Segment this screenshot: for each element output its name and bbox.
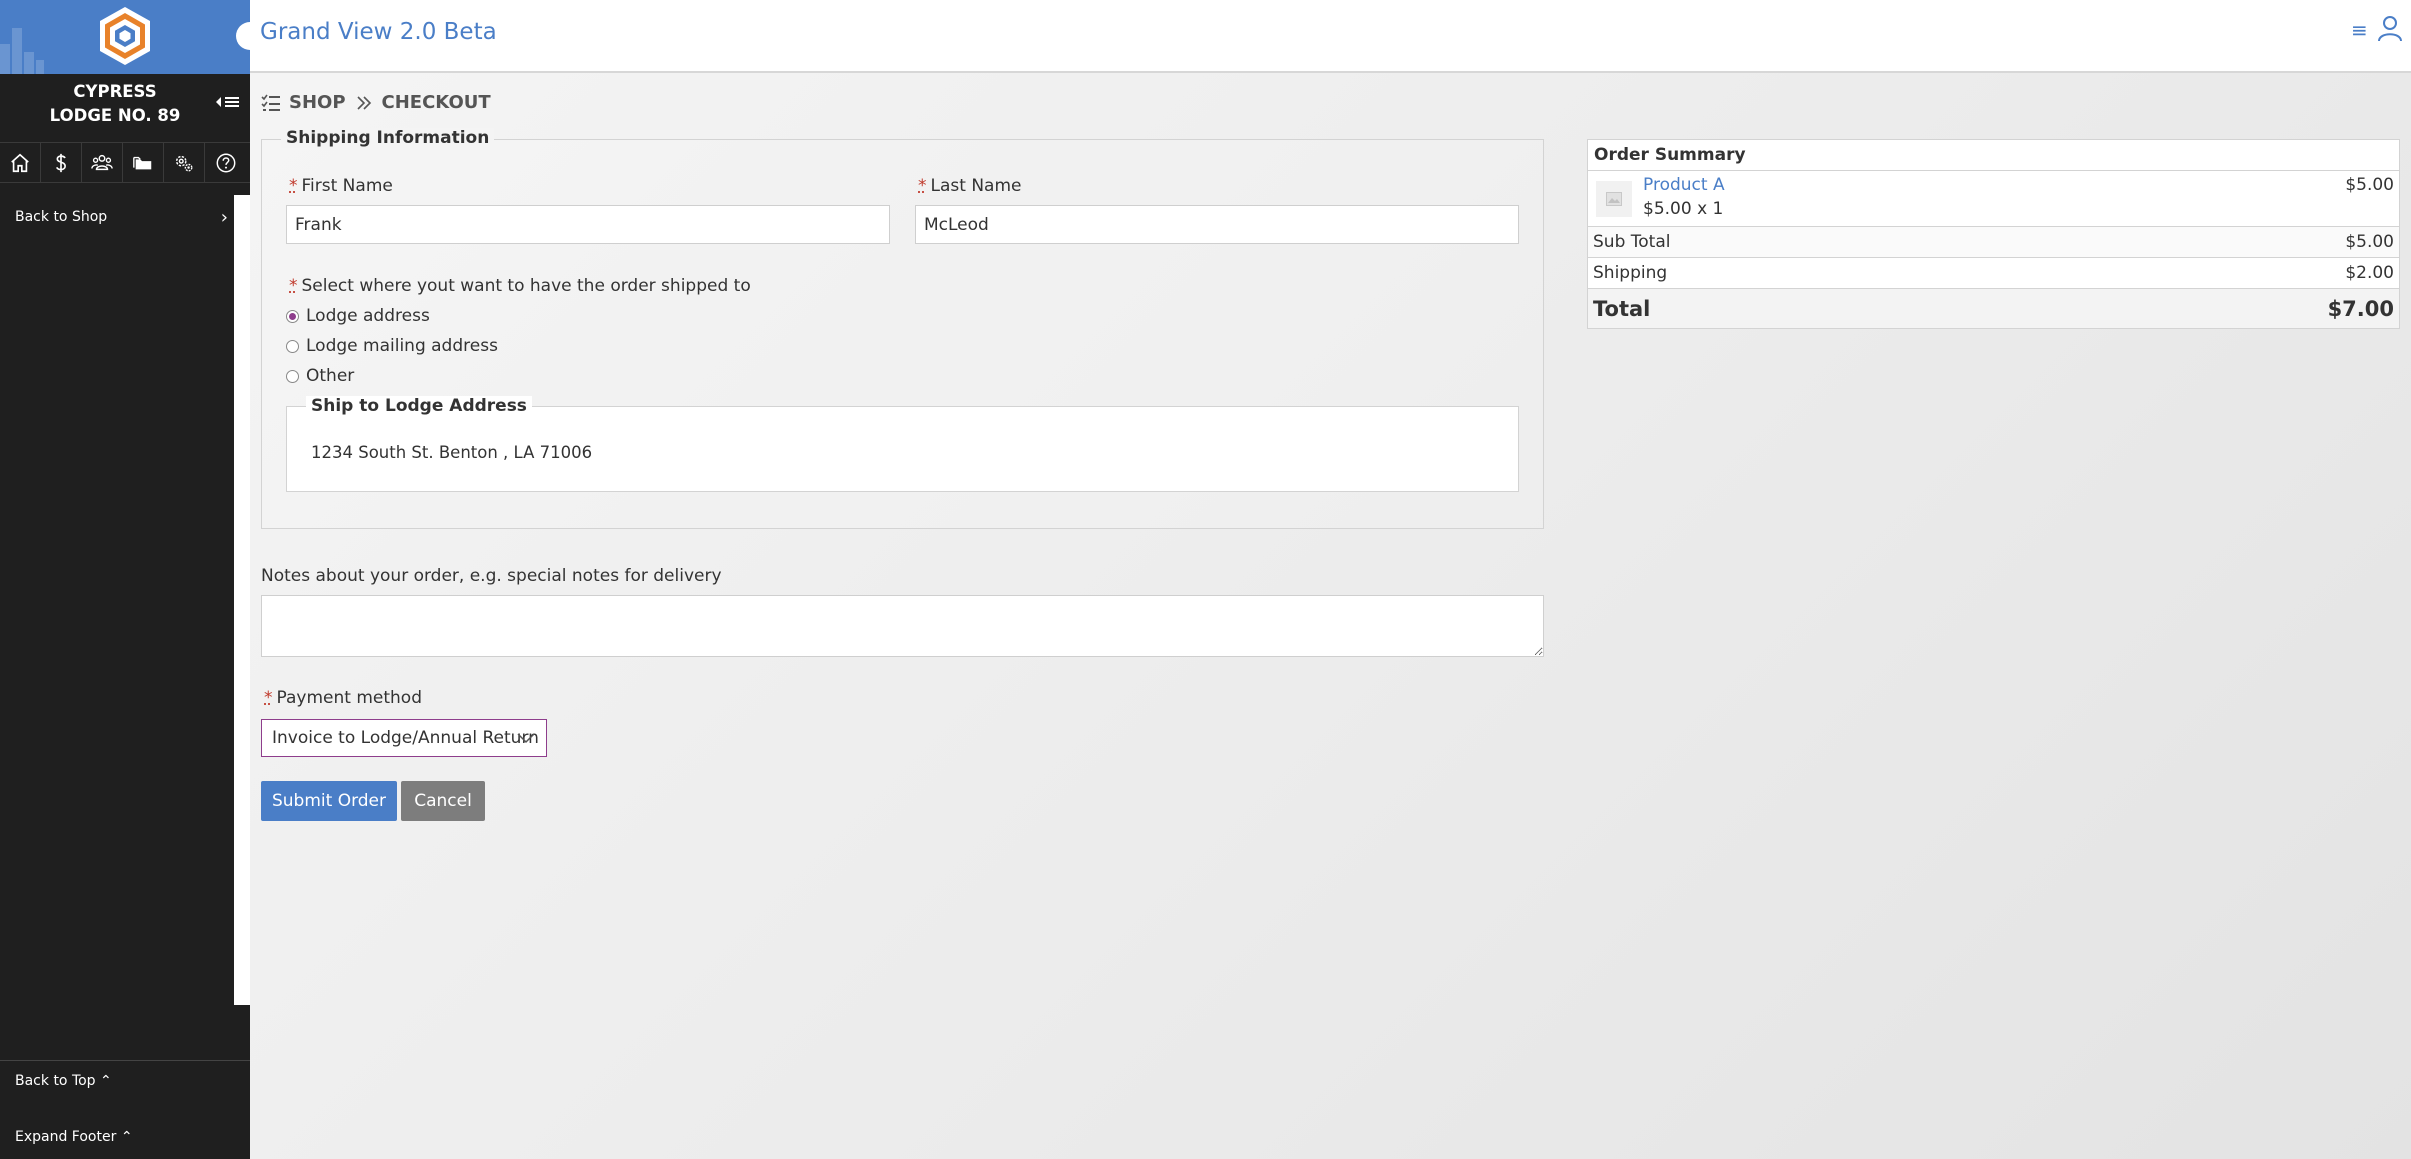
- chevron-right-icon: ›: [220, 206, 228, 228]
- collapse-menu-icon: [216, 97, 239, 107]
- expand-footer-link[interactable]: Expand Footer ⌃: [15, 1129, 133, 1145]
- top-header: Grand View 2.0 Beta ≡: [236, 0, 2411, 73]
- back-to-top-label: Back to Top: [15, 1073, 96, 1089]
- home-icon: [11, 153, 29, 172]
- nav-help[interactable]: [205, 143, 246, 182]
- folder-icon: [133, 156, 152, 169]
- ship-question-text: Select where yout want to have the order…: [301, 276, 751, 296]
- lodge-name-line1: CYPRESS: [73, 82, 157, 101]
- sidebar-collapse-button[interactable]: [212, 90, 244, 114]
- users-icon: [91, 154, 113, 170]
- lodge-address-text: 1234 South St. Benton , LA 71006: [311, 443, 593, 462]
- lodge-name: CYPRESS LODGE NO. 89: [0, 80, 230, 128]
- payment-method-label-text: Payment method: [276, 688, 422, 708]
- logo-bg-bar: [36, 60, 44, 74]
- shipping-label: Shipping: [1593, 263, 1668, 283]
- product-quantity: $5.00 x 1: [1643, 199, 1724, 219]
- sidebar-icon-bar: [0, 142, 250, 183]
- product-name-link[interactable]: Product A: [1643, 175, 1725, 195]
- app-title[interactable]: Grand View 2.0 Beta: [260, 19, 497, 45]
- total-label: Total: [1593, 296, 1651, 321]
- back-to-shop-label: Back to Shop: [15, 209, 108, 225]
- summary-subtotal-row: Sub Total $5.00: [1588, 227, 2399, 258]
- product-thumbnail[interactable]: [1596, 181, 1632, 217]
- payment-method-select[interactable]: Invoice to Lodge/Annual Return: [261, 719, 547, 757]
- cancel-button[interactable]: Cancel: [401, 781, 485, 821]
- first-name-label-text: First Name: [301, 176, 393, 196]
- order-notes-label: Notes about your order, e.g. special not…: [261, 566, 722, 586]
- double-chevron-right-icon: [356, 95, 371, 110]
- breadcrumb-shop[interactable]: SHOP: [289, 92, 346, 113]
- shipping-legend: Shipping Information: [281, 128, 495, 148]
- breadcrumb-checkout: CHECKOUT: [381, 92, 491, 113]
- chevron-down-icon: [517, 733, 535, 744]
- nav-settings[interactable]: [164, 143, 205, 182]
- last-name-input[interactable]: [915, 205, 1519, 244]
- required-marker: *: [289, 176, 298, 196]
- help-icon: [216, 153, 235, 172]
- total-value: $7.00: [2327, 296, 2394, 321]
- chevron-up-icon: ⌃: [120, 1129, 133, 1145]
- expand-footer-label: Expand Footer: [15, 1129, 117, 1145]
- radio-label: Lodge mailing address: [306, 336, 498, 356]
- order-summary-panel: Order Summary Product A $5.00 x 1 $5.00 …: [1587, 139, 2400, 329]
- lodge-name-line2: LODGE NO. 89: [49, 106, 181, 125]
- hamburger-menu-icon[interactable]: ≡: [2351, 20, 2371, 40]
- logo-area: [0, 0, 250, 74]
- payment-method-label: * Payment method: [264, 688, 422, 708]
- back-to-top-link[interactable]: Back to Top ⌃: [15, 1073, 112, 1089]
- ship-to-lodge-address-fieldset: Ship to Lodge Address 1234 South St. Ben…: [286, 396, 1519, 492]
- radio-button-checked[interactable]: [286, 309, 299, 323]
- nav-members[interactable]: [82, 143, 123, 182]
- sidebar-divider: [0, 1060, 250, 1061]
- shipping-value: $2.00: [2345, 263, 2394, 283]
- subtotal-value: $5.00: [2345, 232, 2394, 252]
- first-name-input[interactable]: [286, 205, 890, 244]
- hexagon-logo-icon[interactable]: [97, 5, 153, 67]
- order-summary-title: Order Summary: [1588, 140, 2399, 171]
- image-placeholder-icon: [1606, 192, 1622, 206]
- required-marker: *: [264, 688, 273, 708]
- radio-button[interactable]: [286, 369, 299, 383]
- radio-lodge-address[interactable]: Lodge address: [286, 306, 430, 326]
- payment-method-selected: Invoice to Lodge/Annual Return: [272, 728, 539, 748]
- product-price: $5.00: [2345, 175, 2394, 195]
- radio-other[interactable]: Other: [286, 366, 354, 386]
- last-name-label-text: Last Name: [930, 176, 1022, 196]
- chevron-up-icon: ⌃: [100, 1073, 112, 1089]
- radio-button[interactable]: [286, 339, 299, 353]
- checklist-icon: [261, 94, 280, 111]
- sidebar: CYPRESS LODGE NO. 89 Back to Shop › Back…: [0, 0, 250, 1159]
- ship-question-label: * Select where yout want to have the orde…: [289, 276, 751, 296]
- required-marker: *: [918, 176, 927, 196]
- first-name-label: * First Name: [289, 176, 393, 196]
- submit-order-button[interactable]: Submit Order: [261, 781, 397, 821]
- gears-icon: [175, 155, 193, 171]
- radio-label: Lodge address: [306, 306, 430, 326]
- nav-finance[interactable]: [41, 143, 82, 182]
- user-profile-icon[interactable]: [2377, 15, 2403, 43]
- radio-label: Other: [306, 366, 355, 386]
- lodge-address-legend: Ship to Lodge Address: [306, 396, 532, 416]
- logo-bg-bar: [24, 52, 34, 74]
- subtotal-label: Sub Total: [1593, 232, 1671, 252]
- breadcrumb: SHOP CHECKOUT: [261, 92, 491, 113]
- summary-product-row: Product A $5.00 x 1 $5.00: [1588, 171, 2399, 227]
- dollar-icon: [55, 153, 66, 172]
- summary-total-row: Total $7.00: [1588, 289, 2399, 328]
- back-to-shop-link[interactable]: Back to Shop ›: [0, 206, 234, 228]
- logo-bg-bar: [0, 44, 10, 74]
- nav-home[interactable]: [0, 143, 41, 182]
- radio-lodge-mailing-address[interactable]: Lodge mailing address: [286, 336, 498, 356]
- summary-shipping-row: Shipping $2.00: [1588, 258, 2399, 289]
- logo-bg-bar: [12, 28, 22, 74]
- last-name-label: * Last Name: [918, 176, 1021, 196]
- nav-documents[interactable]: [123, 143, 164, 182]
- sidebar-panel-strip: [234, 195, 250, 1005]
- required-marker: *: [289, 276, 298, 296]
- order-notes-textarea[interactable]: [261, 595, 1544, 657]
